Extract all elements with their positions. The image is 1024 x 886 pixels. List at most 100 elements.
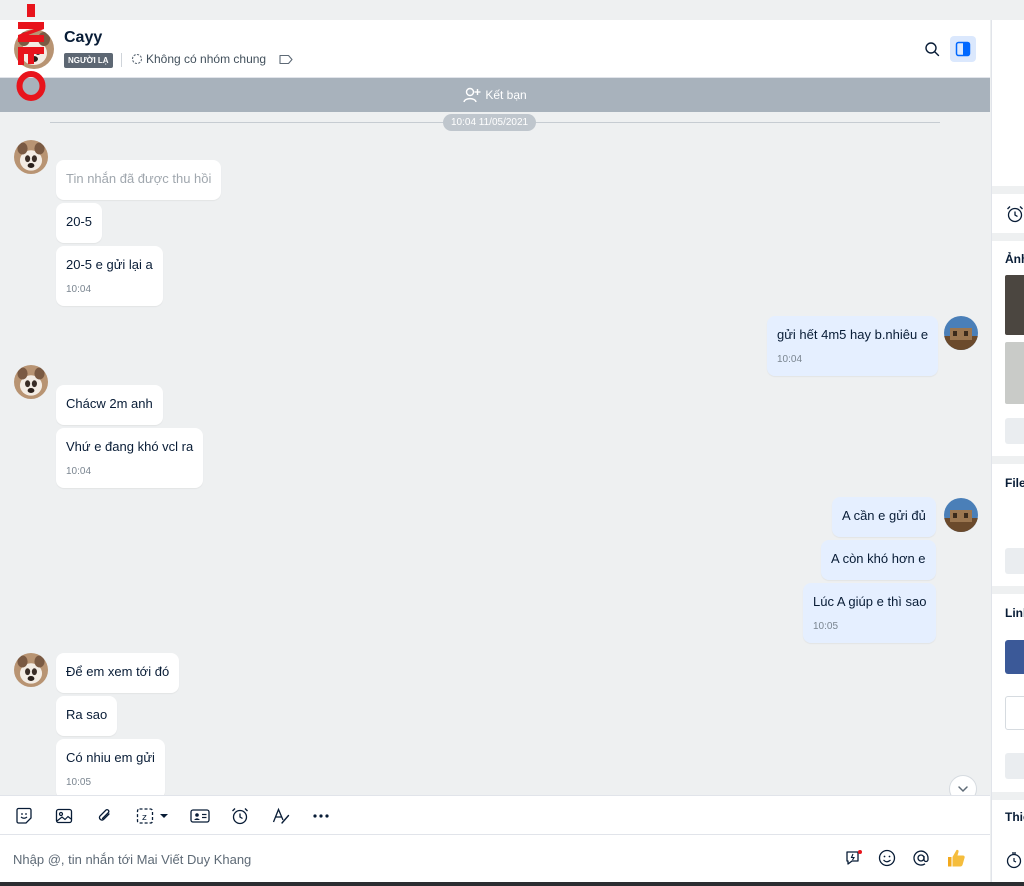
message-text: Để em xem tới đó xyxy=(66,664,170,679)
stranger-badge: NGƯỜI LẠ xyxy=(64,53,113,68)
image-button[interactable] xyxy=(53,804,75,828)
link-item[interactable] xyxy=(1005,696,1024,730)
sticker-icon xyxy=(16,807,32,824)
sticker-button[interactable] xyxy=(13,804,35,828)
conversation-info-panel: Ảnh File Link Thiết xyxy=(991,20,1024,882)
message-text: 20-5 e gửi lại a xyxy=(66,257,153,272)
view-all-links-button[interactable] xyxy=(1005,753,1024,779)
message-time: 10:05 xyxy=(813,621,839,632)
screenshot-icon: z xyxy=(136,808,168,824)
screenshot-button[interactable]: z xyxy=(134,804,172,828)
message-bubble-outgoing[interactable]: Lúc A giúp e thì sao 10:05 xyxy=(803,583,937,643)
files-section-title[interactable]: File xyxy=(1005,476,1024,490)
composer-toolbar: z xyxy=(0,795,990,835)
add-friend-label: Kết bạn xyxy=(485,88,527,102)
settings-section-title[interactable]: Thiết xyxy=(1005,810,1024,824)
message-text: A cần e gửi đủ xyxy=(842,508,926,523)
more-dots-icon xyxy=(313,814,329,818)
panel-separator xyxy=(992,456,1024,464)
message-time: 10:05 xyxy=(66,777,92,788)
common-groups[interactable]: Không có nhóm chung xyxy=(131,52,266,66)
view-all-photos-button[interactable] xyxy=(1005,418,1024,444)
message-text: Lúc A giúp e thì sao xyxy=(813,594,927,609)
message-input[interactable] xyxy=(13,849,813,869)
conversation-header: Cayy NGƯỜI LẠ Không có nhóm chung xyxy=(0,20,990,78)
message-time: 10:04 xyxy=(66,284,92,295)
message-bubble-incoming[interactable]: Chácw 2m anh xyxy=(56,385,163,425)
text-format-icon xyxy=(272,807,290,824)
quick-message-icon xyxy=(846,850,862,865)
message-text: Vhứ e đang khó vcl ra xyxy=(66,439,194,454)
contact-avatar-small[interactable] xyxy=(14,653,48,687)
emoji-icon xyxy=(878,849,896,867)
svg-text:z: z xyxy=(142,813,147,823)
reminder-icon[interactable] xyxy=(1005,204,1024,224)
header-separator xyxy=(121,53,122,67)
view-all-files-button[interactable] xyxy=(1005,548,1024,574)
reminder-button[interactable] xyxy=(229,804,251,828)
scroll-to-bottom-button[interactable] xyxy=(949,775,977,795)
contact-card-button[interactable] xyxy=(188,804,212,828)
message-time: 10:04 xyxy=(777,354,803,365)
photo-thumbnail[interactable] xyxy=(1005,275,1024,335)
message-composer xyxy=(0,835,990,882)
message-bubble-incoming[interactable]: Vhứ e đang khó vcl ra 10:04 xyxy=(56,428,204,488)
message-text: 20-5 xyxy=(66,214,93,229)
chevron-down-icon xyxy=(958,786,968,793)
message-text: Có nhiu em gửi xyxy=(66,750,155,765)
conversation-info-button[interactable] xyxy=(950,36,976,62)
message-bubble-outgoing[interactable]: gửi hết 4m5 hay b.nhiêu e 10:04 xyxy=(767,316,939,376)
group-refresh-icon xyxy=(131,53,143,65)
sidebar-panel-icon xyxy=(955,41,971,57)
search-button[interactable] xyxy=(920,37,944,61)
contact-card-icon xyxy=(190,809,210,823)
search-icon xyxy=(925,42,940,57)
message-bubble-recalled[interactable]: Tin nhắn đã được thu hồi xyxy=(56,160,222,200)
message-bubble-outgoing[interactable]: A cần e gửi đủ xyxy=(832,497,936,537)
my-avatar[interactable] xyxy=(944,498,978,532)
image-icon xyxy=(55,808,73,824)
paperclip-icon xyxy=(98,809,110,821)
message-bubble-incoming[interactable]: 20-5 xyxy=(56,203,103,243)
tag-icon[interactable] xyxy=(279,54,293,65)
window-top-strip xyxy=(0,0,1024,20)
message-bubble-incoming[interactable]: 20-5 e gửi lại a 10:04 xyxy=(56,246,163,306)
attach-file-button[interactable] xyxy=(94,804,116,828)
like-button[interactable] xyxy=(945,847,967,869)
panel-separator xyxy=(992,233,1024,241)
common-groups-label: Không có nhóm chung xyxy=(146,52,267,66)
message-text: gửi hết 4m5 hay b.nhiêu e xyxy=(777,327,929,342)
add-friend-bar[interactable]: Kết bạn xyxy=(0,78,990,112)
link-thumbnail[interactable] xyxy=(1005,640,1024,674)
taskbar-strip xyxy=(0,882,1024,886)
links-section-title[interactable]: Link xyxy=(1005,606,1024,620)
panel-separator xyxy=(992,586,1024,594)
emoji-button[interactable] xyxy=(876,847,898,869)
panel-separator xyxy=(992,792,1024,800)
quick-message-button[interactable] xyxy=(843,847,865,869)
message-bubble-outgoing[interactable]: A còn khó hơn e xyxy=(821,540,936,580)
message-text: Ra sao xyxy=(66,707,108,722)
thumbs-up-icon xyxy=(948,849,965,867)
text-format-button[interactable] xyxy=(270,804,292,828)
date-divider-label: 10:04 11/05/2021 xyxy=(443,114,537,131)
message-text: A còn khó hơn e xyxy=(831,551,926,566)
message-list[interactable]: 10:04 11/05/2021 Tin nhắn đã được thu hồ… xyxy=(0,112,990,795)
contact-name[interactable]: Cayy xyxy=(64,29,102,47)
message-bubble-incoming[interactable]: Ra sao xyxy=(56,696,118,736)
contact-avatar-small[interactable] xyxy=(14,140,48,174)
mention-button[interactable] xyxy=(910,847,932,869)
photo-thumbnail[interactable] xyxy=(1005,342,1024,404)
message-bubble-incoming[interactable]: Để em xem tới đó xyxy=(56,653,180,693)
at-mention-icon xyxy=(913,850,929,866)
add-friend-icon xyxy=(463,87,481,103)
more-options-button[interactable] xyxy=(310,804,332,828)
contact-avatar-small[interactable] xyxy=(14,365,48,399)
photos-section-title[interactable]: Ảnh xyxy=(1005,252,1024,266)
watermark-logo xyxy=(16,4,46,101)
timer-icon[interactable] xyxy=(1005,851,1023,869)
my-avatar[interactable] xyxy=(944,316,978,350)
panel-separator xyxy=(992,186,1024,194)
message-text: Tin nhắn đã được thu hồi xyxy=(66,171,212,186)
message-bubble-incoming[interactable]: Có nhiu em gửi 10:05 xyxy=(56,739,165,795)
